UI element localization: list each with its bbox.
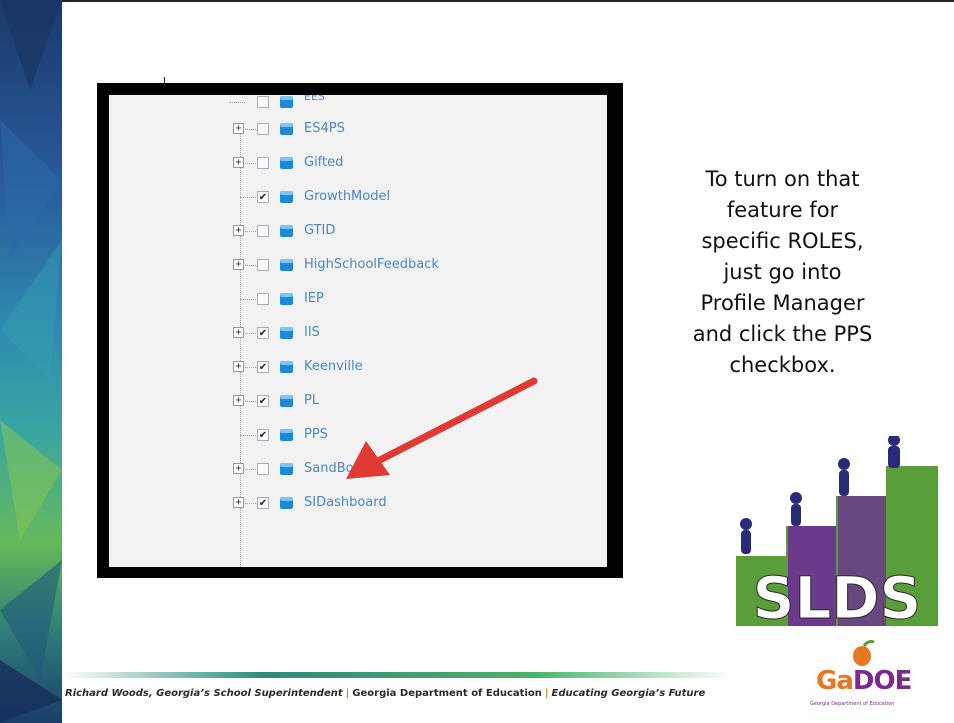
cube-icon [280, 463, 293, 475]
checkbox[interactable]: ✔ [257, 327, 269, 339]
checkbox[interactable] [257, 157, 269, 169]
instruction-line: feature for [726, 198, 839, 222]
gadoe-subtitle: Georgia Department of Education [810, 701, 895, 707]
checkbox[interactable]: ✔ [257, 429, 269, 441]
cube-icon [280, 293, 293, 305]
cube-icon [280, 497, 293, 509]
tree-item-label[interactable]: IEP [304, 291, 324, 306]
slds-text: SLDS [753, 564, 922, 626]
cube-icon [280, 157, 293, 169]
left-decorative-band [0, 0, 62, 723]
instruction-line: To turn on that [705, 167, 860, 191]
tree-item-gtid[interactable]: + GTID [109, 221, 607, 243]
instruction-text: To turn on that feature for specific ROL… [650, 164, 915, 381]
footer-superintendent: Richard Woods, Georgia’s School Superint… [65, 688, 343, 699]
cube-icon [280, 429, 293, 441]
checkbox[interactable]: ✔ [257, 497, 269, 509]
tree-item-label[interactable]: GrowthModel [304, 189, 390, 204]
cube-icon [280, 123, 293, 135]
cube-icon [280, 96, 293, 108]
footer: Richard Woods, Georgia’s School Superint… [65, 688, 705, 699]
tree-item-label[interactable]: GTID [304, 223, 335, 238]
gadoe-prefix: Ga [816, 666, 854, 696]
cursor-mark [164, 77, 165, 87]
tree-item-label[interactable]: ES4PS [304, 121, 345, 136]
checkbox[interactable] [257, 259, 269, 271]
slds-logo: SLDS [736, 436, 938, 626]
instruction-line: specific ROLES, [701, 229, 864, 253]
tree-connector [240, 197, 256, 198]
tree-connector [240, 435, 256, 436]
tree-connector [240, 299, 256, 300]
instruction-line: checkbox. [729, 353, 836, 377]
expand-icon[interactable]: + [233, 463, 244, 474]
cube-icon [280, 225, 293, 237]
expand-icon[interactable]: + [233, 395, 244, 406]
instruction-line: just go into [723, 260, 842, 284]
footer-rule [62, 672, 732, 678]
expand-icon[interactable]: + [233, 157, 244, 168]
tree-view: EES + ES4PS + Gifted ✔ GrowthModel + GTID + HighS… [109, 95, 607, 567]
expand-icon[interactable]: + [233, 361, 244, 372]
tree-item-gifted[interactable]: + Gifted [109, 153, 607, 175]
tree-item-es4ps[interactable]: + ES4PS [109, 119, 607, 141]
tree-item-label[interactable]: HighSchoolFeedback [304, 257, 439, 272]
instruction-line: and click the PPS [692, 322, 873, 346]
top-rule [62, 0, 954, 2]
profile-manager-screenshot: EES + ES4PS + Gifted ✔ GrowthModel + GTID + HighS… [97, 77, 623, 578]
footer-department: Georgia Department of Education [352, 688, 542, 699]
checkbox[interactable] [257, 96, 269, 108]
tree-item-sidashboard[interactable]: + ✔ SIDashboard [109, 493, 607, 515]
expand-icon[interactable]: + [233, 225, 244, 236]
expand-icon[interactable]: + [233, 497, 244, 508]
checkbox[interactable] [257, 293, 269, 305]
tree-item-label[interactable]: PL [304, 393, 319, 408]
tree-item-label[interactable]: Gifted [304, 155, 343, 170]
footer-separator: | [544, 688, 549, 699]
tree-item-highschoolfeedback[interactable]: + HighSchoolFeedback [109, 255, 607, 277]
expand-icon[interactable]: + [233, 123, 244, 134]
tree-item-iis[interactable]: + ✔ IIS [109, 323, 607, 345]
checkbox[interactable]: ✔ [257, 191, 269, 203]
red-arrow-icon [346, 377, 538, 479]
tree-item-label[interactable]: PPS [304, 427, 328, 442]
cube-icon [280, 395, 293, 407]
checkbox[interactable] [257, 463, 269, 475]
footer-motto: Educating Georgia’s Future [551, 688, 706, 699]
cube-icon [280, 361, 293, 373]
tree-item-label[interactable]: IIS [304, 325, 320, 340]
instruction-line: Profile Manager [700, 291, 865, 315]
expand-icon[interactable]: + [233, 259, 244, 270]
cube-icon [280, 259, 293, 271]
checkbox[interactable]: ✔ [257, 395, 269, 407]
tree-item-label[interactable]: SIDashboard [304, 495, 387, 510]
apple-icon [853, 640, 875, 666]
checkbox[interactable] [257, 225, 269, 237]
cube-icon [280, 191, 293, 203]
gadoe-suffix: DOE [852, 666, 912, 696]
tree-item-label[interactable]: EES [304, 95, 325, 103]
gadoe-wordmark: GaDOE [816, 666, 912, 696]
checkbox[interactable] [257, 123, 269, 135]
checkbox[interactable]: ✔ [257, 361, 269, 373]
footer-separator: | [345, 688, 350, 699]
expand-icon[interactable]: + [233, 327, 244, 338]
tree-item-growthmodel[interactable]: ✔ GrowthModel [109, 187, 607, 209]
tree-item-label[interactable]: Keenville [304, 359, 363, 374]
tree-item-iep[interactable]: IEP [109, 289, 607, 311]
cube-icon [280, 327, 293, 339]
gadoe-logo: GaDOE Georgia Department of Education [802, 640, 922, 712]
tree-row-partial: EES [109, 95, 607, 114]
